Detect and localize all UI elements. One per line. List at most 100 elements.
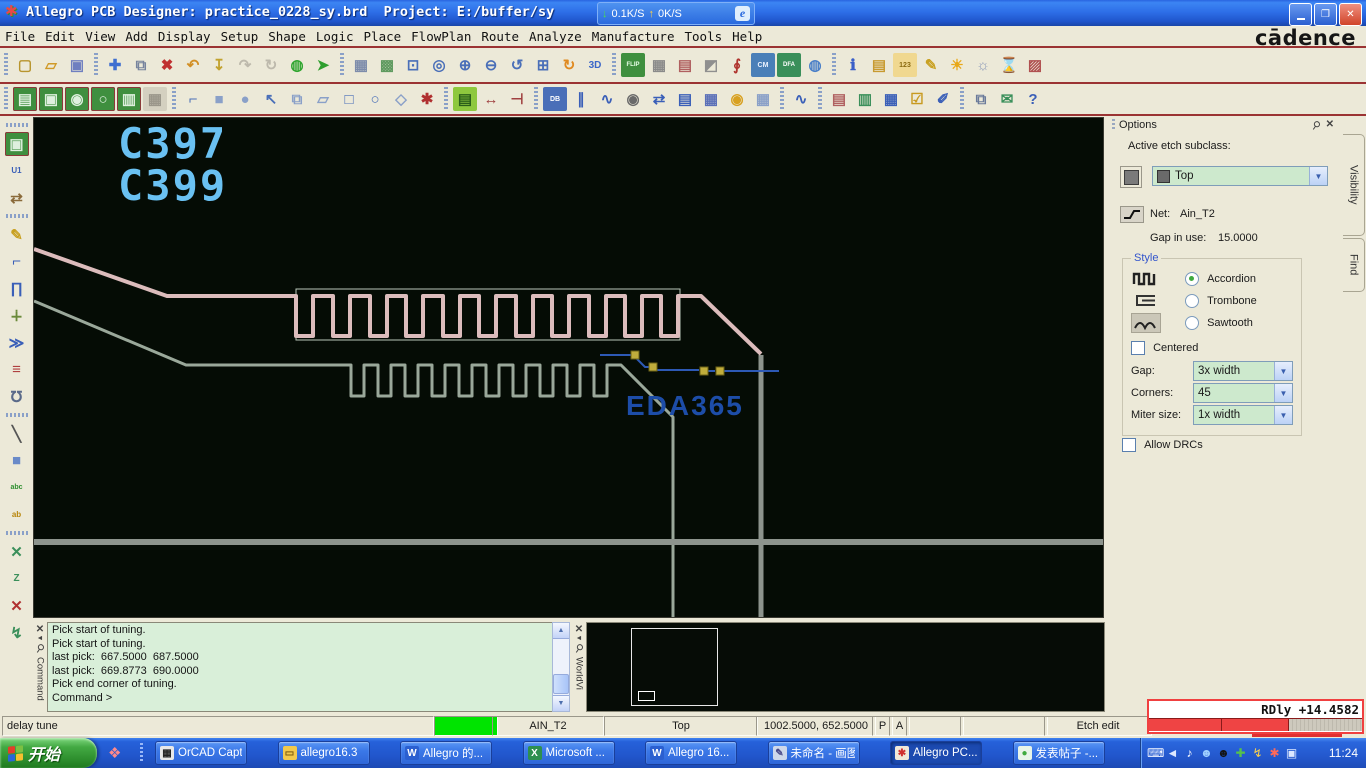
help-icon[interactable]: ? [1021, 87, 1045, 111]
close-button[interactable]: ✕ [1339, 3, 1362, 26]
menu-item-view[interactable]: View [80, 27, 120, 46]
allow-drcs-checkbox[interactable] [1122, 438, 1136, 452]
taskbar-clock[interactable]: 11:24 [1329, 746, 1366, 760]
shove-icon[interactable]: ◍ [285, 53, 309, 77]
view-window[interactable] [638, 691, 655, 701]
qq-icon[interactable]: ☻ [1215, 746, 1232, 760]
view-3d-icon[interactable]: 3D [583, 53, 607, 77]
show-constraints-icon[interactable]: ▤ [867, 53, 891, 77]
refresh-symbols-icon[interactable]: ∿ [595, 87, 619, 111]
pin-worldview-icon[interactable]: ⚲ [572, 641, 586, 656]
db-doctor-icon[interactable]: DB [543, 87, 567, 111]
task-button-word-4[interactable]: W Allegro 16... [645, 741, 737, 765]
delete-icon[interactable]: ✖ [155, 53, 179, 77]
probe-icon[interactable]: ✐ [931, 87, 955, 111]
gap-dropdown[interactable]: 3x width ▼ [1193, 361, 1293, 381]
dimension-datum-icon[interactable]: ⊣ [505, 87, 529, 111]
close-worldview-icon[interactable]: ✕ [575, 624, 583, 635]
slide-icon[interactable]: ⌐ [5, 250, 29, 274]
allow-drcs-row[interactable]: Allow DRCs [1122, 438, 1203, 452]
constraint-manager-icon[interactable]: CM [751, 53, 775, 77]
pin-console-icon[interactable]: ⚲ [33, 641, 47, 656]
delay-tune-icon[interactable]: ∏ [5, 277, 29, 301]
task-button-browser-7[interactable]: ● 发表帖子 -... [1012, 741, 1105, 765]
highlight-icon[interactable]: ✎ [919, 53, 943, 77]
menu-item-logic[interactable]: Logic [311, 27, 359, 46]
menu-item-shape[interactable]: Shape [263, 27, 311, 46]
zoom-fit-icon[interactable]: ◎ [427, 53, 451, 77]
volume-icon[interactable]: ♪ [1181, 746, 1198, 760]
via-keepout-icon[interactable]: ◉ [65, 87, 89, 111]
add-rect-icon[interactable]: ■ [5, 449, 29, 473]
rotate-disabled-icon[interactable]: ↻ [259, 53, 283, 77]
close-panel-icon[interactable]: ✕ [1326, 119, 1334, 132]
radio-button[interactable] [1185, 272, 1199, 286]
place-manual-icon[interactable]: U1 [5, 159, 29, 183]
vertex-icon[interactable]: ∔ [5, 304, 29, 328]
property-edit-icon[interactable]: ▤ [673, 87, 697, 111]
task-button-excel-3[interactable]: X Microsoft ... [522, 741, 615, 765]
shape-circle-icon[interactable]: ● [233, 87, 257, 111]
chevron-down-icon[interactable]: ▼ [1309, 167, 1327, 185]
radio-trombone[interactable]: Trombone [1185, 294, 1257, 308]
shape-copy-icon[interactable]: ⧉ [285, 87, 309, 111]
add-text-icon[interactable]: abc [5, 476, 29, 500]
menu-item-add[interactable]: Add [120, 27, 153, 46]
scroll-track[interactable] [553, 639, 569, 695]
menu-item-setup[interactable]: Setup [216, 27, 264, 46]
subclass-color-button[interactable] [1120, 166, 1142, 188]
move-icon[interactable]: ✚ [103, 53, 127, 77]
unrats-all-icon[interactable]: ▦ [349, 53, 373, 77]
accordion-loop-icon[interactable]: ℧ [5, 385, 29, 409]
route-keepout-icon[interactable]: ▣ [39, 87, 63, 111]
messenger-icon[interactable]: ☻ [1198, 746, 1215, 760]
fix-pin-icon[interactable]: ➤ [311, 53, 335, 77]
menu-item-place[interactable]: Place [359, 27, 407, 46]
antivirus-shield-icon[interactable]: ✚ [1232, 746, 1249, 760]
restore-button[interactable]: ❐ [1314, 3, 1337, 26]
menu-item-file[interactable]: File [0, 27, 40, 46]
toggle-grid-icon[interactable]: ▦ [647, 53, 671, 77]
task-button-orcad-0[interactable]: ▦ OrCAD Capt... [155, 741, 247, 765]
security-alert-icon[interactable]: ✱ [1266, 746, 1283, 760]
menu-item-manufacture[interactable]: Manufacture [587, 27, 680, 46]
shape-disabled-icon[interactable]: ▦ [143, 87, 167, 111]
minimize-button[interactable] [1289, 3, 1312, 26]
console-scrollbar[interactable]: ▲ ▼ [552, 622, 570, 712]
shape-rect-icon[interactable]: ■ [207, 87, 231, 111]
net-assign-icon[interactable]: ↯ [5, 621, 29, 645]
move-component-icon[interactable]: ⇄ [5, 186, 29, 210]
worldview-map[interactable] [586, 622, 1105, 712]
menu-item-route[interactable]: Route [476, 27, 524, 46]
flip-design-icon[interactable]: FLIP [621, 53, 645, 77]
net-topology-icon[interactable]: ∿ [789, 87, 813, 111]
add-connect-icon[interactable]: ✎ [5, 223, 29, 247]
package-keepout-icon[interactable]: ▥ [117, 87, 141, 111]
corners-dropdown[interactable]: 45 ▼ [1193, 383, 1293, 403]
menu-item-analyze[interactable]: Analyze [524, 27, 587, 46]
design-canvas[interactable]: C397 C399 EDA365 [33, 117, 1104, 618]
save-drawing-icon[interactable]: ▣ [65, 53, 89, 77]
void-rect-icon[interactable]: □ [337, 87, 361, 111]
menu-item-edit[interactable]: Edit [40, 27, 80, 46]
tab-visibility[interactable]: Visibility [1343, 134, 1365, 236]
miter-dropdown[interactable]: 1x width ▼ [1193, 405, 1293, 425]
menu-item-flowplan[interactable]: FlowPlan [406, 27, 476, 46]
swap-refdes-icon[interactable]: ⇄ [647, 87, 671, 111]
design-check-icon[interactable]: ☑ [905, 87, 929, 111]
spin-icon[interactable]: ◉ [725, 87, 749, 111]
redo-disabled-icon[interactable]: ↷ [233, 53, 257, 77]
menu-item-help[interactable]: Help [727, 27, 767, 46]
chevron-down-icon[interactable]: ▼ [1274, 384, 1292, 402]
undo-icon[interactable]: ↶ [181, 53, 205, 77]
place-component-icon[interactable]: ▣ [4, 131, 29, 156]
replicate-icon[interactable]: ▦ [751, 87, 775, 111]
thunder-icon[interactable]: ↯ [1249, 746, 1266, 760]
task-button-allegro-6[interactable]: ✱ Allegro PC... [890, 741, 982, 765]
zoom-out-icon[interactable]: ⊖ [479, 53, 503, 77]
task-button-folder-1[interactable]: ▭ allegro16.3 [277, 741, 370, 765]
shape-merge-icon[interactable]: ✱ [415, 87, 439, 111]
chevron-down-icon[interactable]: ▼ [1274, 406, 1292, 424]
rats-all-icon[interactable]: ▩ [375, 53, 399, 77]
redraw-icon[interactable]: ↻ [557, 53, 581, 77]
